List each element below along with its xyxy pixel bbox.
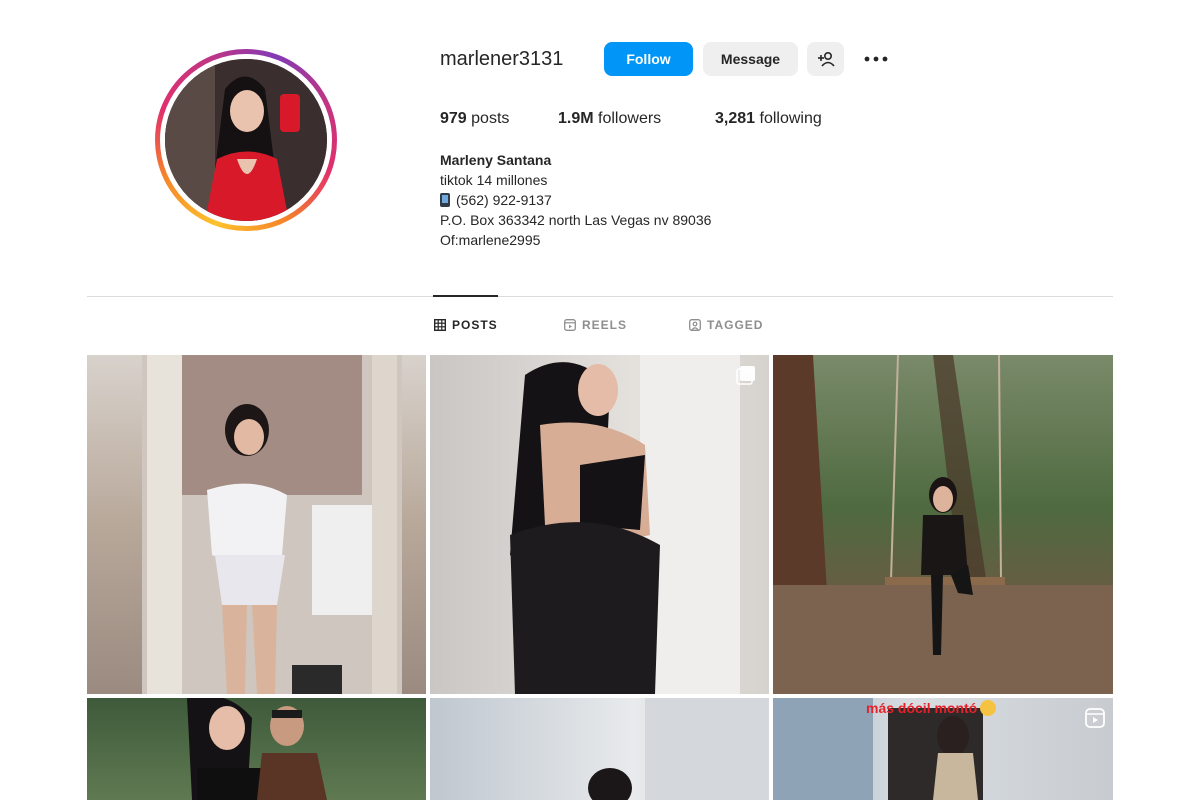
message-button[interactable]: Message (703, 42, 798, 76)
tagged-icon (689, 319, 701, 331)
following-count: 3,281 (715, 110, 756, 127)
post-caption-overlay: más dócil montó (866, 700, 997, 716)
followers-count: 1.9M (558, 110, 594, 127)
post-image (142, 355, 402, 694)
options-button[interactable] (858, 42, 894, 76)
tab-posts[interactable]: POSTS (434, 318, 498, 332)
suggested-users-button[interactable] (807, 42, 844, 76)
followers-count-stat[interactable]: 1.9M followers (558, 108, 661, 130)
profile-avatar[interactable] (165, 59, 327, 221)
posts-label: posts (471, 110, 510, 127)
post-thumbnail[interactable] (87, 355, 426, 694)
more-options-icon (864, 56, 888, 62)
post-image (588, 698, 769, 800)
profile-full-name: Marleny Santana (440, 152, 552, 168)
follow-button[interactable]: Follow (604, 42, 693, 76)
post-thumbnail[interactable]: más dócil montó (773, 698, 1113, 800)
posts-count-stat: 979 posts (440, 108, 509, 130)
post-image (510, 355, 740, 694)
add-user-icon (817, 51, 835, 67)
tabs-divider (87, 296, 1113, 297)
post-caption-text: más dócil montó (866, 700, 978, 716)
bio-line-tiktok: tiktok 14 millones (440, 172, 548, 188)
tab-tagged[interactable]: TAGGED (689, 318, 763, 332)
followers-label: followers (598, 110, 662, 127)
reel-icon (1085, 708, 1105, 728)
carousel-icon (736, 366, 755, 385)
post-thumbnail[interactable] (430, 355, 769, 694)
following-count-stat[interactable]: 3,281 following (715, 108, 822, 130)
post-thumbnail[interactable] (87, 698, 426, 800)
following-label: following (759, 110, 822, 127)
profile-bio: Marleny Santana tiktok 14 millones (562)… (440, 150, 711, 250)
bio-phone-number: (562) 922-9137 (456, 192, 552, 208)
mobile-phone-icon (440, 193, 450, 207)
bio-line-address: P.O. Box 363342 north Las Vegas nv 89036 (440, 212, 712, 228)
posts-count: 979 (440, 110, 467, 127)
profile-avatar-ring[interactable] (155, 49, 337, 231)
emoji-icon (980, 700, 997, 716)
post-thumbnail[interactable] (430, 698, 769, 800)
tab-reels-label: REELS (582, 318, 628, 332)
reels-icon (564, 319, 576, 331)
tab-posts-label: POSTS (452, 318, 498, 332)
tab-tagged-label: TAGGED (707, 318, 764, 332)
tab-reels[interactable]: REELS (564, 318, 627, 332)
post-thumbnail[interactable] (773, 355, 1113, 694)
post-image (773, 355, 1113, 694)
grid-icon (434, 319, 446, 331)
profile-username: marlener3131 (440, 48, 564, 70)
bio-line-of: Of:marlene2995 (440, 232, 541, 248)
active-tab-indicator (433, 295, 498, 297)
bio-line-phone: (562) 922-9137 (440, 190, 711, 210)
post-image (187, 698, 327, 800)
